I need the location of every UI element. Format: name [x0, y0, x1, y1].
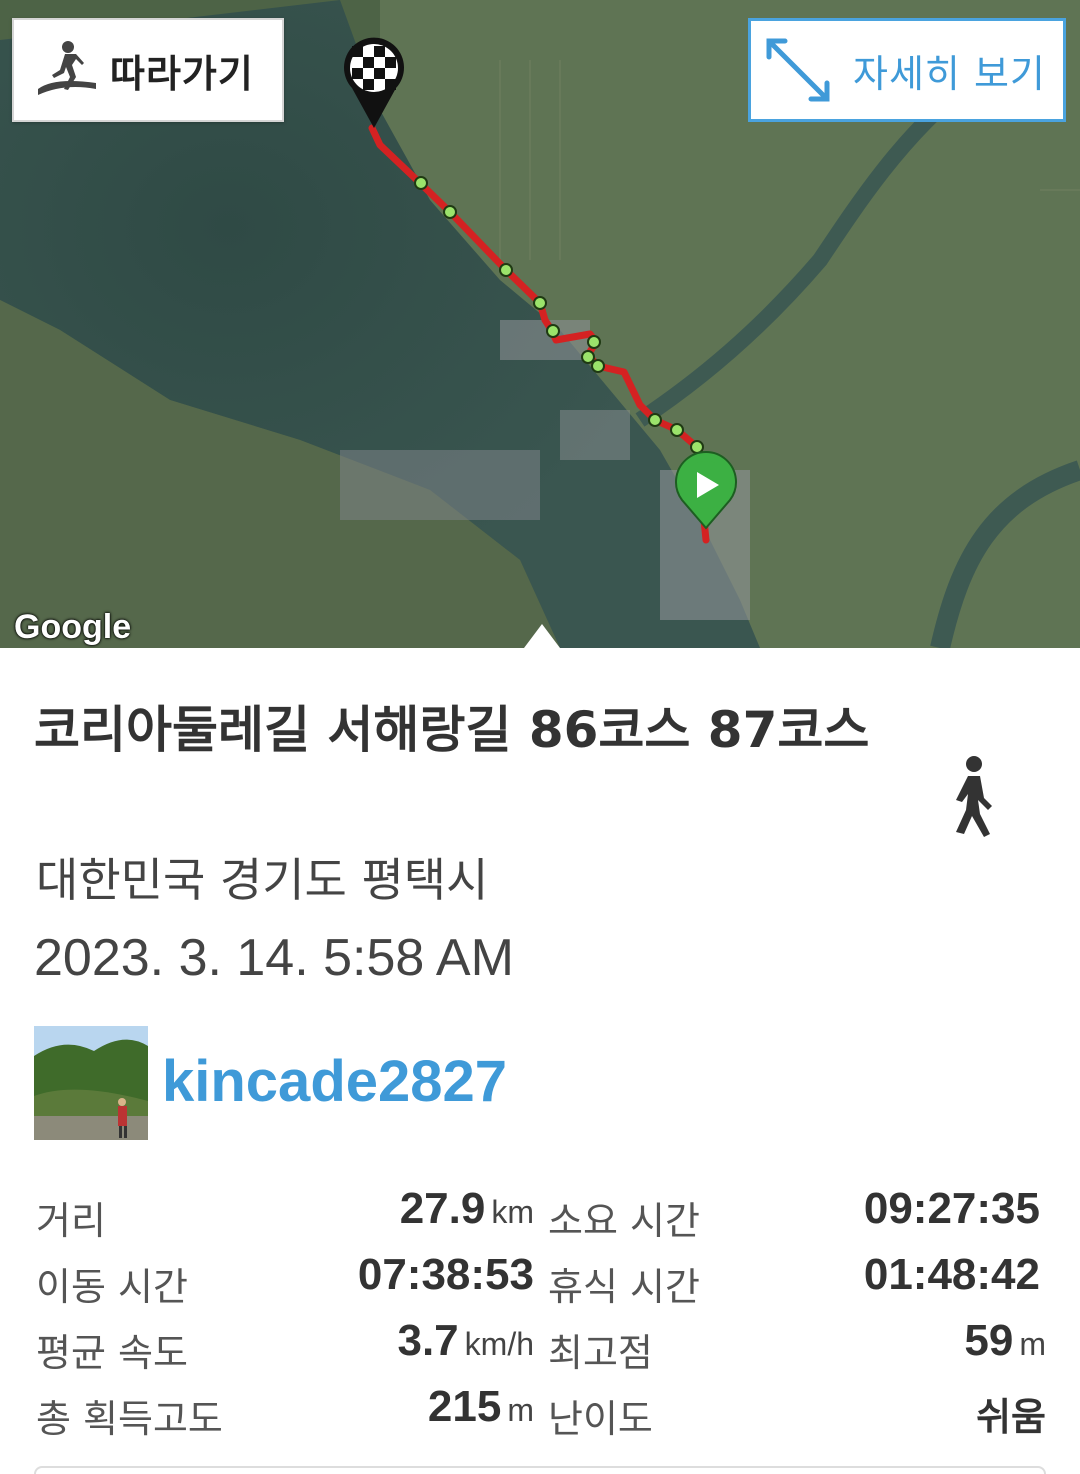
- moving-time-label: 이동 시간: [36, 1265, 188, 1309]
- waypoint: [648, 413, 662, 427]
- avg-speed-value: 3.7 km/h: [397, 1316, 534, 1365]
- avg-speed-label: 평균 속도: [36, 1331, 188, 1375]
- trail-datetime: 2023. 3. 14. 5:58 AM: [34, 929, 514, 987]
- google-attribution: Google: [14, 608, 132, 646]
- stat-row: 평균 속도 3.7 km/h 최고점 59 m: [0, 1310, 1080, 1375]
- waypoint: [546, 324, 560, 338]
- elevation-gain-unit: m: [507, 1392, 534, 1428]
- trail-title: 코리아둘레길 서해랑길 86코스 87코스: [34, 701, 870, 759]
- waypoint: [587, 335, 601, 349]
- expand-arrows-icon: [766, 38, 830, 102]
- max-elevation-unit: m: [1019, 1326, 1046, 1362]
- stat-row: 총 획득고도 215 m 난이도 쉬움: [0, 1376, 1080, 1441]
- rest-time-label: 휴식 시간: [548, 1265, 700, 1309]
- avg-speed-unit: km/h: [464, 1326, 534, 1362]
- walking-person-icon: [956, 756, 992, 837]
- elevation-gain-label: 총 획득고도: [36, 1397, 223, 1441]
- difficulty-value: 쉬움: [976, 1397, 1046, 1439]
- trail-location: 대한민국 경기도 평택시: [36, 853, 489, 907]
- map-view[interactable]: 따라가기 자세히 보기 Google: [0, 0, 1080, 648]
- panel-caret: [524, 624, 560, 648]
- waypoint: [414, 176, 428, 190]
- difficulty-label: 난이도: [548, 1397, 653, 1441]
- waypoint: [533, 296, 547, 310]
- view-details-label: 자세히 보기: [853, 51, 1046, 96]
- stat-row: 이동 시간 07:38:53 휴식 시간 01:48:42: [0, 1244, 1080, 1309]
- trail-info-panel: 코리아둘레길 서해랑길 86코스 87코스 대한민국 경기도 평택시 2023.…: [0, 648, 1080, 1474]
- distance-label: 거리: [36, 1199, 106, 1243]
- avatar[interactable]: [34, 1026, 148, 1140]
- waypoint: [690, 440, 704, 454]
- waypoint: [670, 423, 684, 437]
- elevation-gain-value: 215 m: [427, 1382, 534, 1431]
- waypoint: [581, 350, 595, 364]
- max-elevation-label: 최고점: [548, 1331, 653, 1375]
- username-link[interactable]: kincade2827: [162, 1048, 507, 1115]
- max-elevation-value: 59 m: [964, 1316, 1046, 1365]
- follow-button[interactable]: 따라가기: [12, 18, 284, 122]
- rest-time-value: 01:48:42: [863, 1250, 1040, 1299]
- follow-button-label: 따라가기: [110, 51, 254, 96]
- total-time-value: 09:27:35: [863, 1184, 1040, 1233]
- distance-unit: km: [491, 1194, 534, 1230]
- moving-time-value: 07:38:53: [357, 1250, 534, 1299]
- next-card-edge: [34, 1466, 1046, 1474]
- stat-row: 거리 27.9 km 소요 시간 09:27:35: [0, 1178, 1080, 1243]
- user-photo: [34, 1026, 148, 1140]
- waypoint: [443, 205, 457, 219]
- follow-walker-icon: [38, 41, 96, 95]
- distance-value: 27.9 km: [399, 1184, 534, 1233]
- view-details-button[interactable]: 자세히 보기: [748, 18, 1066, 122]
- total-time-label: 소요 시간: [548, 1199, 700, 1243]
- waypoint: [499, 263, 513, 277]
- waypoint: [591, 359, 605, 373]
